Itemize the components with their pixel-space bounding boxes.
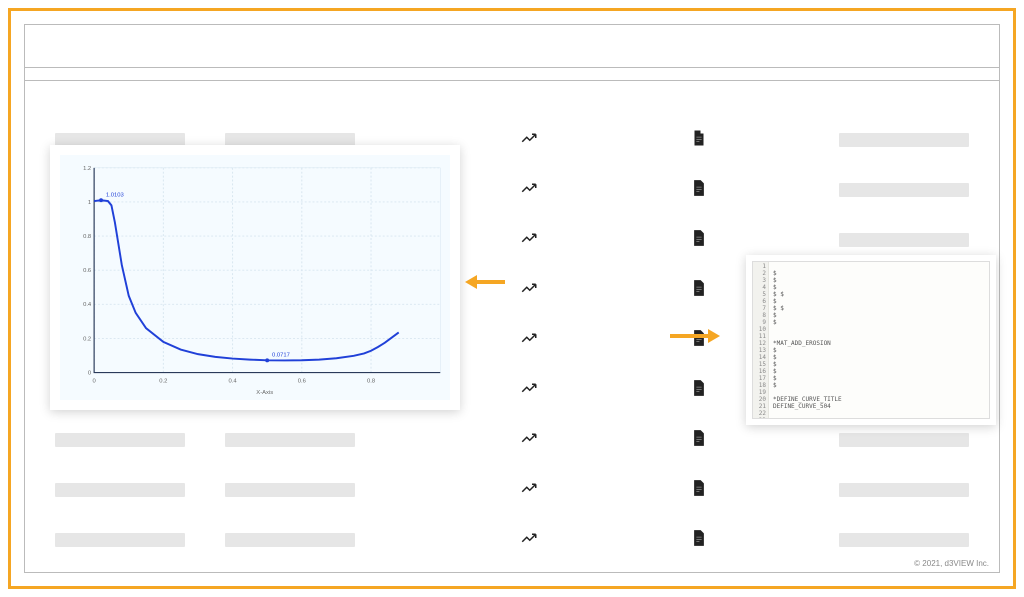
- line-chart: 1.01030.0717 00.20.40.60.811.2 00.20.40.…: [60, 155, 450, 400]
- chart-preview-popup: 1.01030.0717 00.20.40.60.811.2 00.20.40.…: [50, 145, 460, 410]
- header-divider: [25, 67, 999, 81]
- file-link[interactable]: [679, 279, 719, 302]
- file-link[interactable]: [679, 379, 719, 402]
- file-icon: [690, 179, 708, 197]
- svg-text:0.6: 0.6: [298, 378, 306, 384]
- file-link[interactable]: [679, 479, 719, 502]
- svg-text:0.8: 0.8: [367, 378, 375, 384]
- placeholder-cell: [55, 483, 185, 497]
- chart-icon: [520, 479, 538, 497]
- svg-text:0.0717: 0.0717: [272, 352, 290, 358]
- placeholder-cell: [839, 533, 969, 547]
- file-icon: [690, 229, 708, 247]
- placeholder-cell: [839, 433, 969, 447]
- chart-icon: [520, 329, 538, 347]
- file-link[interactable]: [679, 179, 719, 202]
- svg-text:X-Axis: X-Axis: [256, 390, 273, 396]
- code-content: $$$$ $$$ $$$*MAT_ADD_EROSION$$$$$$*DEFIN…: [773, 262, 989, 419]
- chart-link[interactable]: [509, 429, 549, 452]
- svg-text:0.2: 0.2: [159, 378, 167, 384]
- placeholder-cell: [839, 183, 969, 197]
- line-number-gutter: 1234567891011121314151617181920212223242…: [753, 262, 769, 418]
- code-editor: 1234567891011121314151617181920212223242…: [752, 261, 990, 419]
- file-icon: [690, 479, 708, 497]
- placeholder-cell: [225, 533, 355, 547]
- arrow-right-icon: [670, 326, 720, 346]
- svg-text:0.4: 0.4: [83, 302, 92, 308]
- chart-link[interactable]: [509, 279, 549, 302]
- file-icon: [690, 429, 708, 447]
- svg-text:1: 1: [88, 200, 91, 206]
- placeholder-cell: [55, 533, 185, 547]
- file-icon: [690, 129, 708, 147]
- file-icon: [690, 529, 708, 547]
- chart-icon: [520, 129, 538, 147]
- svg-text:0.4: 0.4: [229, 378, 238, 384]
- svg-text:1.0103: 1.0103: [106, 192, 124, 198]
- svg-text:1.2: 1.2: [83, 166, 91, 172]
- arrow-left-icon: [465, 272, 505, 292]
- chart-icon: [520, 379, 538, 397]
- keyword-file-preview-popup: 1234567891011121314151617181920212223242…: [746, 255, 996, 425]
- chart-icon: [520, 229, 538, 247]
- file-link[interactable]: [679, 229, 719, 252]
- placeholder-cell: [55, 433, 185, 447]
- file-link[interactable]: [679, 429, 719, 452]
- svg-text:0.2: 0.2: [83, 336, 91, 342]
- chart-icon: [520, 429, 538, 447]
- chart-link[interactable]: [509, 379, 549, 402]
- placeholder-cell: [839, 133, 969, 147]
- placeholder-cell: [839, 233, 969, 247]
- file-icon: [690, 279, 708, 297]
- placeholder-cell: [225, 433, 355, 447]
- chart-icon: [520, 529, 538, 547]
- placeholder-cell: [839, 483, 969, 497]
- table-row: [55, 465, 969, 515]
- chart-link[interactable]: [509, 129, 549, 152]
- file-link[interactable]: [679, 129, 719, 152]
- table-row: [55, 515, 969, 565]
- chart-icon: [520, 179, 538, 197]
- chart-link[interactable]: [509, 329, 549, 352]
- file-icon: [690, 379, 708, 397]
- file-link[interactable]: [679, 529, 719, 552]
- chart-link[interactable]: [509, 229, 549, 252]
- svg-text:0.8: 0.8: [83, 234, 91, 240]
- svg-text:0.6: 0.6: [83, 268, 91, 274]
- placeholder-cell: [225, 483, 355, 497]
- copyright-footer: © 2021, d3VIEW Inc.: [914, 559, 989, 568]
- chart-link[interactable]: [509, 479, 549, 502]
- chart-icon: [520, 279, 538, 297]
- chart-link[interactable]: [509, 529, 549, 552]
- chart-link[interactable]: [509, 179, 549, 202]
